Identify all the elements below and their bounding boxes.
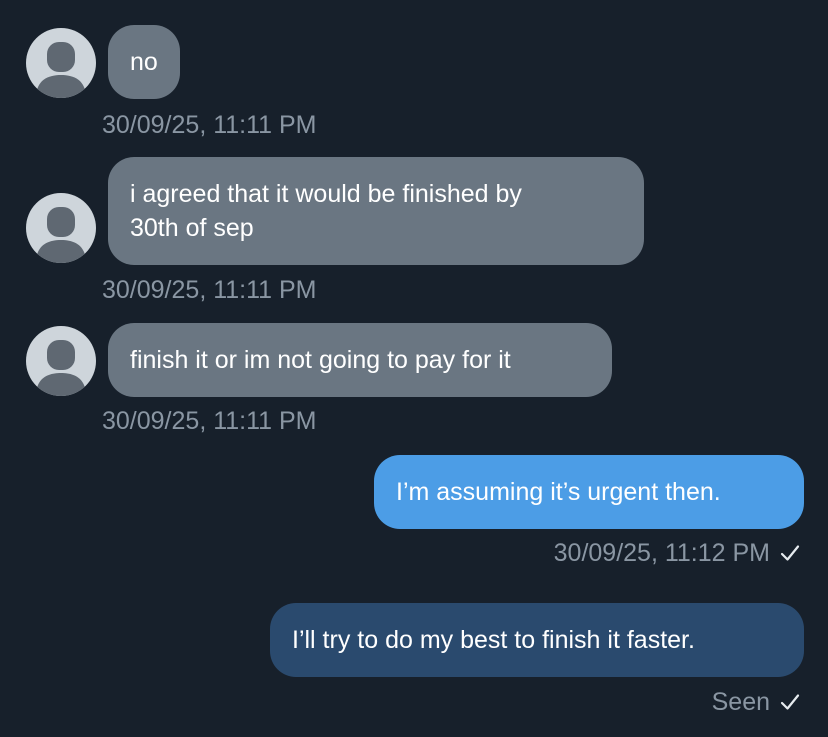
sender-avatar[interactable] xyxy=(26,326,96,396)
message-text: I’ll try to do my best to finish it fast… xyxy=(292,626,695,654)
sender-avatar[interactable] xyxy=(26,193,96,263)
default-user-avatar-icon xyxy=(36,207,86,263)
message-text-line: 30th of sep xyxy=(130,214,254,242)
message-bubble-incoming[interactable]: i agreed that it would be finished by 30… xyxy=(108,157,644,265)
message-bubble-incoming[interactable]: no xyxy=(108,25,180,99)
message-text: I’m assuming it’s urgent then. xyxy=(396,478,721,506)
default-user-avatar-icon xyxy=(36,340,86,396)
message-status-row: Seen xyxy=(712,687,800,717)
message-timestamp: 30/09/25, 11:11 PM xyxy=(102,111,317,139)
checkmark-icon xyxy=(780,545,800,561)
message-timestamp: 30/09/25, 11:11 PM xyxy=(102,276,317,304)
seen-status: Seen xyxy=(711,688,770,716)
message-timestamp: 30/09/25, 11:12 PM xyxy=(553,539,770,567)
sender-avatar[interactable] xyxy=(26,28,96,98)
message-timestamp: 30/09/25, 11:11 PM xyxy=(102,407,317,435)
message-bubble-outgoing[interactable]: I’m assuming it’s urgent then. xyxy=(374,455,804,529)
message-bubble-outgoing[interactable]: I’ll try to do my best to finish it fast… xyxy=(270,603,804,677)
message-text: no xyxy=(130,48,158,76)
message-bubble-incoming[interactable]: finish it or im not going to pay for it xyxy=(108,323,612,397)
default-user-avatar-icon xyxy=(36,42,86,98)
message-timestamp-row: 30/09/25, 11:12 PM xyxy=(554,538,800,568)
message-text: finish it or im not going to pay for it xyxy=(130,346,511,374)
message-text-line: i agreed that it would be finished by xyxy=(130,180,522,208)
checkmark-icon xyxy=(780,694,800,710)
